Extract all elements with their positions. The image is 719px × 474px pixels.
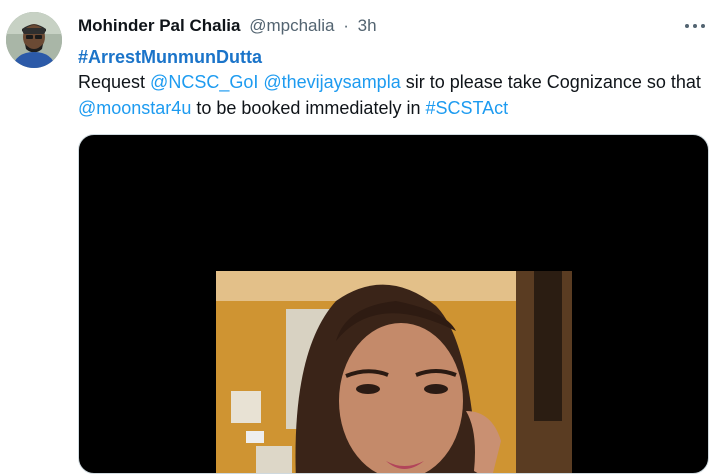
video-still-image — [216, 271, 572, 473]
video-frame — [216, 271, 572, 473]
hashtag-headline-link[interactable]: #ArrestMunmunDutta — [78, 44, 262, 70]
mention-ncsc-link[interactable]: @NCSC_GoI — [150, 72, 258, 92]
mention-moonstar4u-link[interactable]: @moonstar4u — [78, 98, 191, 118]
more-horizontal-icon[interactable] — [683, 16, 707, 36]
meta-separator: · — [343, 16, 349, 35]
text-middle: sir to please take Cognizance so that — [400, 72, 701, 92]
text-tail: to be booked immediately in — [191, 98, 426, 118]
author-avatar[interactable] — [6, 12, 62, 68]
video-player[interactable] — [78, 134, 709, 474]
author-handle[interactable]: @mpchalia — [249, 16, 334, 35]
tweet-header: Mohinder Pal Chalia @mpchalia · 3h — [78, 14, 719, 38]
author-name[interactable]: Mohinder Pal Chalia — [78, 16, 240, 35]
tweet-text: Request @NCSC_GoI @thevijaysampla sir to… — [78, 69, 718, 121]
avatar-image — [6, 12, 62, 68]
hashtag-scstact-link[interactable]: #SCSTAct — [425, 98, 508, 118]
text-request: Request — [78, 72, 151, 92]
mention-thevijaysampla-link[interactable]: @thevijaysampla — [263, 72, 400, 92]
tweet-timestamp[interactable]: 3h — [358, 16, 377, 35]
